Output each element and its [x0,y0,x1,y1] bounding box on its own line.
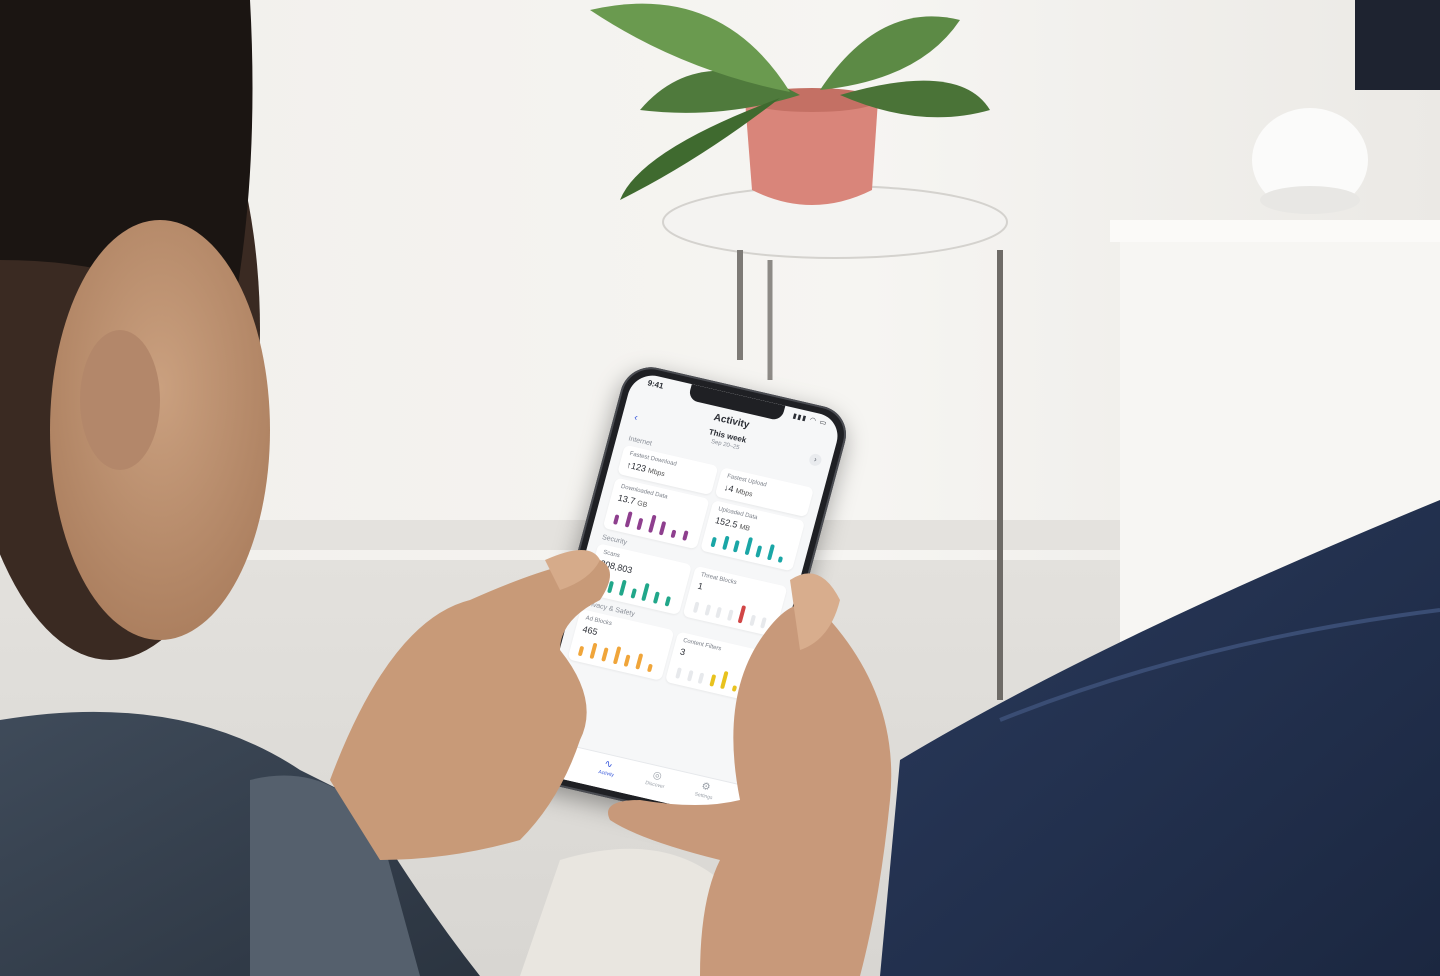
bar-mark [618,579,627,596]
bar-mark [681,530,689,541]
bar-mark [578,645,585,657]
card-content-filters[interactable]: Content Filters 3 [664,631,770,703]
bar-mark [589,642,598,660]
bar-mark [737,605,747,624]
bar-chart [691,592,774,629]
card-value: 1 [696,580,705,592]
bar-mark [708,674,716,687]
card-label: Scans [602,549,621,560]
signal-icon: ▮▮▮ [791,412,808,423]
tab-discover[interactable]: ◎ Discover [630,765,683,794]
status-time: 9:41 [646,378,665,391]
bar-mark [601,647,609,662]
bar-mark [646,663,653,673]
bar-mark [623,654,631,667]
card-label: Threat Blocks [699,572,738,587]
tab-home[interactable]: ⌂ Home [532,742,585,771]
bar-chart [673,658,756,695]
bar-chart [576,636,661,674]
bar-chart [611,504,696,542]
bar-mark [766,543,775,561]
card-threat-blocks[interactable]: Threat Blocks 1 [682,565,788,638]
bar-mark [744,536,753,556]
bar-chart [708,527,791,564]
bar-mark [624,511,633,528]
status-icons: ▮▮▮ ◠ ▭ [792,412,828,428]
bar-mark [726,609,734,621]
bar-mark [652,591,660,604]
bar-mark [630,588,637,599]
bar-mark [635,653,644,670]
bar-mark [612,646,622,665]
bar-mark [659,521,667,536]
bar-mark [686,669,694,682]
tab-activity[interactable]: ∿ Activity [581,754,634,783]
bar-mark [595,582,602,591]
bar-mark [697,672,705,685]
bar-mark [733,540,741,553]
bar-mark [710,536,718,548]
card-value: 465 [581,624,599,638]
bar-chart [593,570,678,608]
bar-mark [704,604,712,616]
bar-mark [675,667,683,679]
bar-mark [720,670,729,690]
bar-mark [670,529,677,539]
battery-icon: ▭ [818,418,828,428]
bar-mark [664,595,671,607]
bar-mark [748,614,756,627]
bar-mark [607,580,615,594]
card-ad-blocks[interactable]: Ad Blocks 465 [567,608,675,681]
photo-scene: 9:41 ▮▮▮ ◠ ▭ Activity ‹ This week Sep 20… [0,0,1440,976]
bar-mark [636,517,644,531]
bar-mark [693,601,700,614]
card-label: Content Filters [682,637,722,653]
bar-mark [731,685,737,692]
card-value: 3 [678,646,687,658]
bar-mark [721,535,730,551]
wifi-icon: ◠ [808,416,818,426]
bar-mark [715,606,723,619]
bar-mark [613,514,620,525]
bar-mark [742,682,750,695]
bar-mark [755,545,763,558]
tab-settings[interactable]: ⚙ Settings [678,776,731,805]
bar-mark [777,556,784,563]
bar-mark [641,582,651,602]
bar-mark [760,617,767,629]
bar-mark [647,514,657,533]
